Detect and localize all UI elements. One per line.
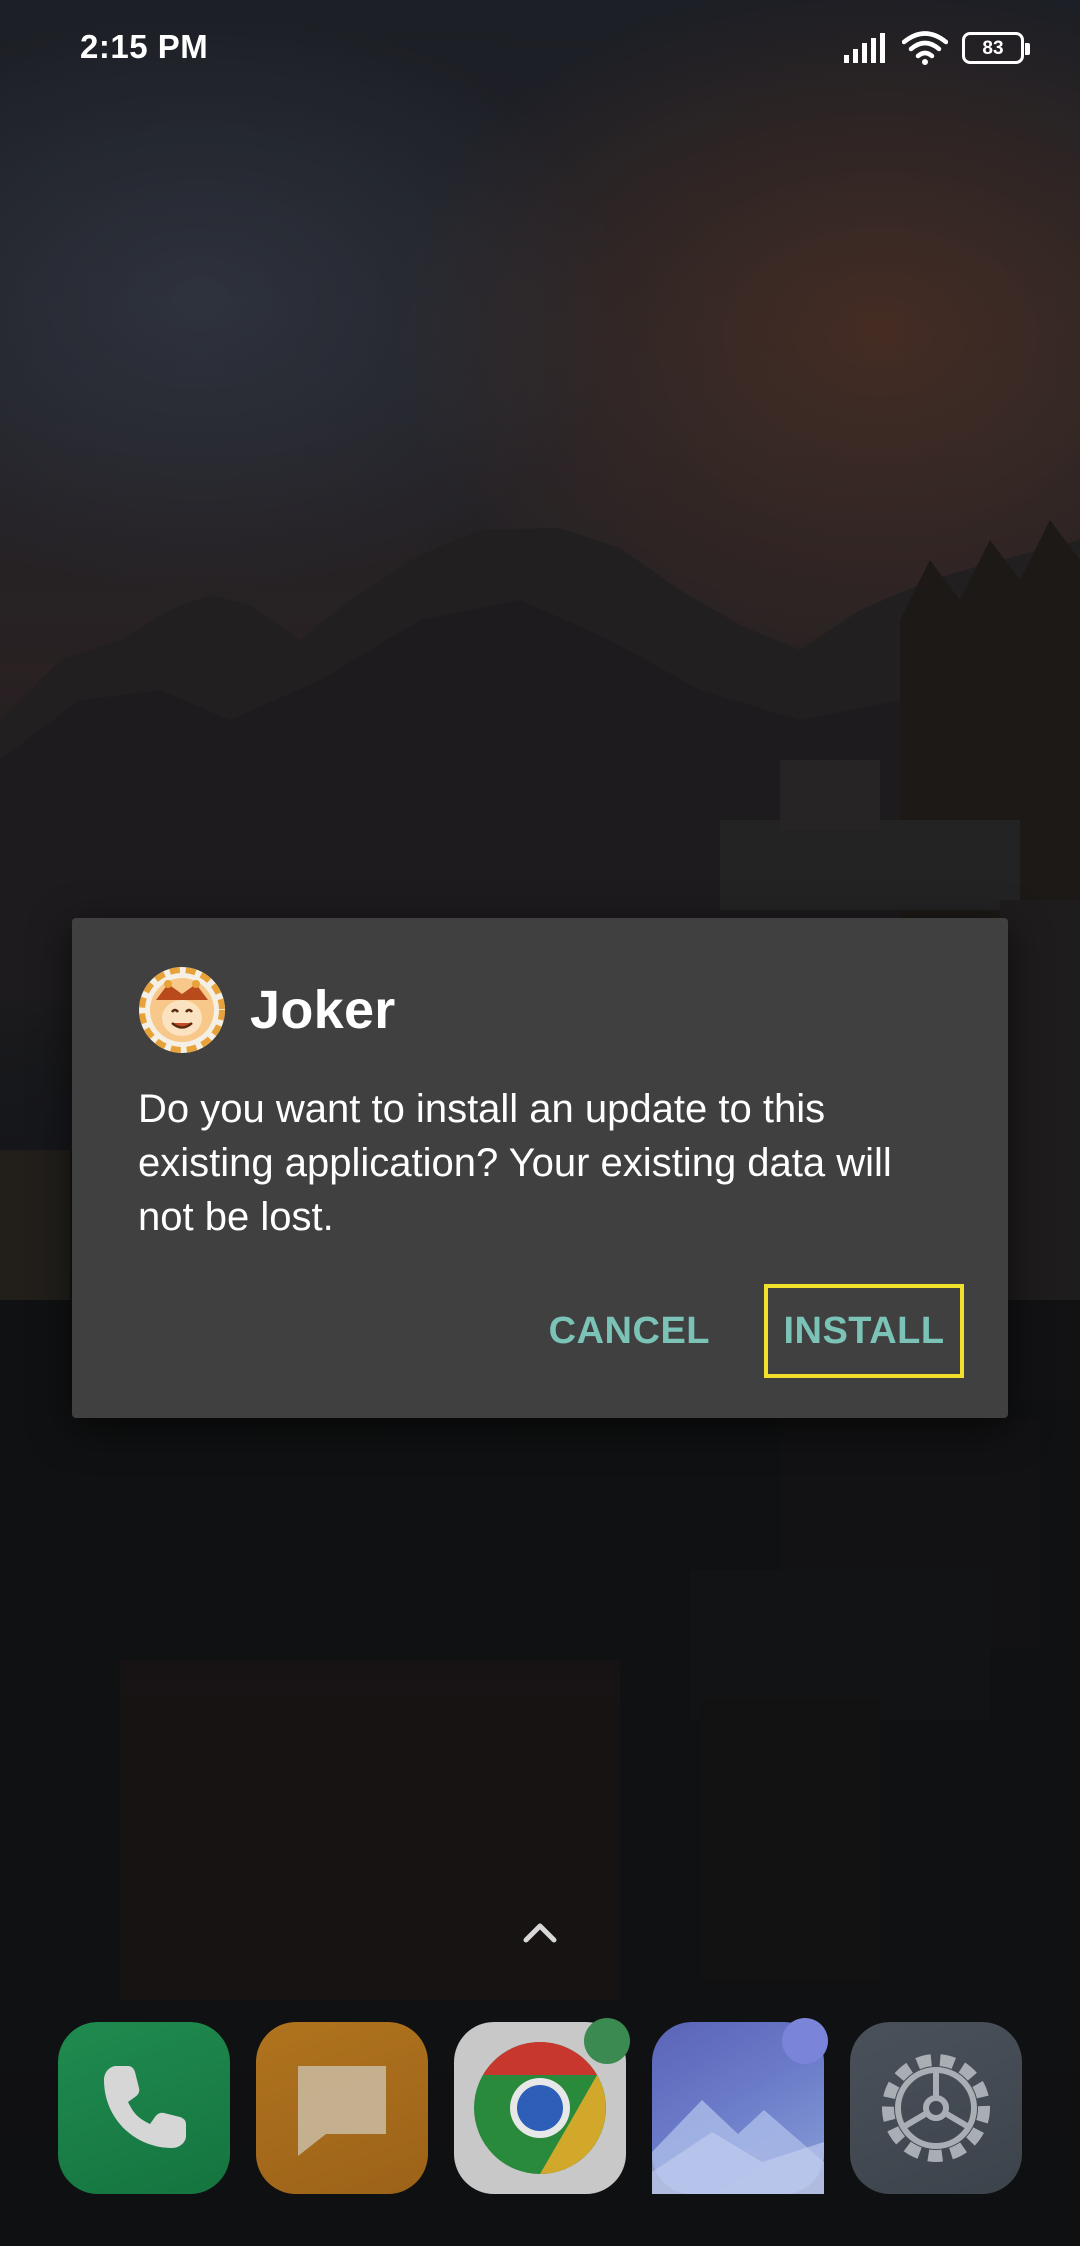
gear-icon — [882, 2054, 990, 2162]
chevron-up-icon[interactable] — [522, 1920, 558, 1944]
home-dock — [58, 2018, 1022, 2194]
dialog-actions: CANCEL INSTALL — [527, 1284, 964, 1378]
wifi-icon — [902, 31, 948, 65]
battery-level: 83 — [982, 37, 1004, 59]
battery-icon: 83 — [962, 32, 1030, 64]
install-button[interactable]: INSTALL — [764, 1284, 964, 1378]
phone-icon — [104, 2066, 186, 2148]
dialog-header: Joker — [138, 966, 396, 1054]
dock-messages-app[interactable] — [256, 2022, 428, 2194]
install-update-dialog: Joker Do you want to install an update t… — [72, 918, 1008, 1418]
dock-chrome-app[interactable] — [454, 2018, 630, 2194]
dock-phone-app[interactable] — [58, 2022, 230, 2194]
cancel-button[interactable]: CANCEL — [527, 1284, 732, 1378]
dock-settings-app[interactable] — [850, 2022, 1022, 2194]
signal-icon — [844, 33, 885, 63]
status-time: 2:15 PM — [80, 28, 209, 65]
message-icon — [298, 2066, 386, 2156]
dock-gallery-app[interactable] — [652, 2018, 828, 2194]
joker-app-icon — [139, 967, 225, 1053]
status-bar: 2:15 PM 83 — [0, 0, 1080, 96]
status-icons: 83 — [844, 28, 1030, 68]
dialog-title: Joker — [250, 980, 396, 1040]
notification-dot — [782, 2018, 828, 2064]
dialog-message: Do you want to install an update to this… — [138, 1087, 892, 1239]
notification-dot — [584, 2018, 630, 2064]
